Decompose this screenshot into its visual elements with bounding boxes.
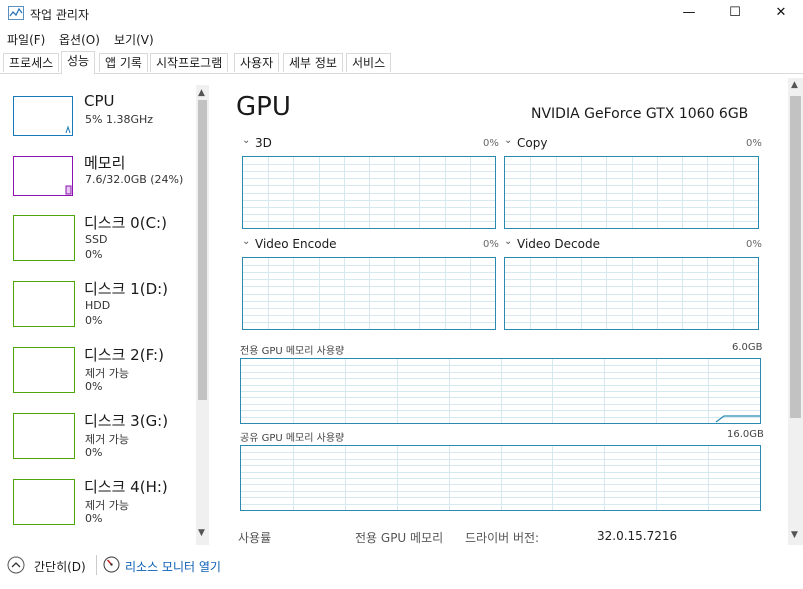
dedicated-memory-trace (715, 415, 760, 423)
disk-thumbnail-graph (13, 347, 75, 393)
sidebar-item-disk-1[interactable]: 디스크 1(D:) HDD 0% (8, 274, 196, 334)
sidebar-item-usage: 0% (85, 380, 103, 393)
sidebar-item-detail: 제거 가능 (85, 499, 129, 512)
driver-version-value: 32.0.15.7216 (597, 529, 678, 543)
sidebar-item-detail: 5% 1.38GHz (85, 113, 154, 126)
sidebar-item-detail: 7.6/32.0GB (24%) (85, 173, 184, 186)
footer (0, 548, 803, 589)
graph-grid (243, 157, 495, 228)
graph-grid (241, 359, 760, 423)
sidebar-item-memory[interactable]: 메모리 7.6/32.0GB (24%) (8, 148, 196, 208)
footer-divider (96, 555, 97, 575)
gpu-model-name: NVIDIA GeForce GTX 1060 6GB (531, 106, 749, 122)
tab-startup[interactable]: 시작프로그램 (150, 53, 229, 72)
graph-grid (241, 446, 760, 510)
minimize-button[interactable]: — (666, 0, 712, 28)
graph-3d (242, 156, 496, 229)
window-title: 작업 관리자 (30, 8, 90, 22)
dedicated-memory-info-label: 전용 GPU 메모리 (355, 531, 444, 545)
engine-pct-video-decode: 0% (746, 239, 762, 250)
engine-label-video-encode[interactable]: Video Encode (255, 237, 337, 251)
graph-copy (504, 156, 759, 229)
tab-processes[interactable]: 프로세스 (3, 53, 60, 72)
sidebar-item-usage: 0% (85, 314, 103, 327)
chevron-down-icon[interactable]: ⌄ (242, 135, 250, 146)
collapse-up-icon[interactable] (7, 556, 25, 574)
sidebar-item-title: 디스크 1(D:) (84, 280, 169, 298)
shared-memory-max: 16.0GB (727, 429, 764, 440)
disk-thumbnail-graph (13, 413, 75, 459)
page-title: GPU (236, 92, 291, 122)
scroll-down-arrow-icon[interactable]: ▼ (198, 528, 205, 538)
main-scrollbar-thumb[interactable] (790, 96, 801, 418)
cpu-thumbnail-graph (13, 96, 73, 136)
graph-shared-memory (240, 445, 761, 511)
sidebar-item-disk-4[interactable]: 디스크 4(H:) 제거 가능 0% (8, 472, 196, 532)
dedicated-memory-label: 전용 GPU 메모리 사용량 (240, 346, 345, 357)
tab-users[interactable]: 사용자 (234, 53, 280, 72)
engine-pct-3d: 0% (483, 138, 499, 149)
engine-label-video-decode[interactable]: Video Decode (517, 237, 600, 251)
tab-performance[interactable]: 성능 (61, 51, 96, 74)
tab-details[interactable]: 세부 정보 (283, 53, 343, 72)
tab-services[interactable]: 서비스 (346, 53, 392, 72)
open-resource-monitor-link[interactable]: 리소스 모니터 열기 (125, 558, 221, 575)
resource-monitor-icon (103, 556, 120, 573)
close-button[interactable]: ✕ (758, 0, 803, 28)
dedicated-memory-max: 6.0GB (732, 342, 763, 353)
task-manager-icon (8, 6, 24, 20)
graph-video-decode (504, 257, 759, 330)
memory-thumbnail-graph (13, 156, 73, 196)
menu-options[interactable]: 옵션(O) (59, 31, 100, 48)
fewer-details-button[interactable]: 간단히(D) (34, 558, 86, 575)
disk-thumbnail-graph (13, 479, 75, 525)
sidebar-item-cpu[interactable]: CPU 5% 1.38GHz (8, 88, 196, 148)
sidebar-item-disk-3[interactable]: 디스크 3(G:) 제거 가능 0% (8, 406, 196, 466)
graph-grid (505, 157, 758, 228)
graph-grid (243, 258, 495, 329)
sidebar-item-usage: 0% (85, 446, 103, 459)
graph-grid (505, 258, 758, 329)
maximize-button[interactable]: ☐ (712, 0, 758, 28)
chevron-down-icon[interactable]: ⌄ (242, 236, 250, 247)
chevron-down-icon[interactable]: ⌄ (504, 135, 512, 146)
engine-pct-video-encode: 0% (483, 239, 499, 250)
menu-view[interactable]: 보기(V) (114, 31, 154, 48)
sidebar-item-detail: SSD (85, 233, 108, 246)
sidebar-item-title: 디스크 3(G:) (84, 412, 169, 430)
sidebar-item-detail: 제거 가능 (85, 433, 129, 446)
sidebar-item-title: 디스크 0(C:) (84, 214, 167, 232)
disk-thumbnail-graph (13, 281, 75, 327)
sidebar-item-disk-2[interactable]: 디스크 2(F:) 제거 가능 0% (8, 340, 196, 400)
sidebar-item-detail: 제거 가능 (85, 367, 129, 380)
engine-label-copy[interactable]: Copy (517, 136, 547, 150)
engine-label-3d[interactable]: 3D (255, 136, 272, 150)
chevron-down-icon[interactable]: ⌄ (504, 236, 512, 247)
sidebar-item-disk-0[interactable]: 디스크 0(C:) SSD 0% (8, 208, 196, 268)
sidebar-item-title: 디스크 4(H:) (84, 478, 168, 496)
scroll-up-arrow-icon[interactable]: ▲ (791, 80, 798, 90)
driver-version-label: 드라이버 버전: (465, 531, 540, 545)
disk-thumbnail-graph (13, 215, 75, 261)
scroll-up-arrow-icon[interactable]: ▲ (198, 88, 205, 98)
sidebar-item-title: CPU (84, 92, 115, 110)
sidebar-item-title: 디스크 2(F:) (84, 346, 164, 364)
engine-pct-copy: 0% (746, 138, 762, 149)
sidebar-scrollbar-thumb[interactable] (198, 100, 207, 400)
menu-file[interactable]: 파일(F) (7, 31, 45, 48)
scroll-down-arrow-icon[interactable]: ▼ (791, 530, 798, 540)
sidebar-item-usage: 0% (85, 512, 103, 525)
usage-label: 사용률 (238, 531, 272, 545)
shared-memory-label: 공유 GPU 메모리 사용량 (240, 433, 345, 444)
sidebar-item-usage: 0% (85, 248, 103, 261)
graph-video-encode (242, 257, 496, 330)
tab-app-history[interactable]: 앱 기록 (99, 53, 148, 72)
sidebar-item-title: 메모리 (84, 154, 126, 172)
sidebar-item-detail: HDD (85, 299, 111, 312)
graph-dedicated-memory (240, 358, 761, 424)
